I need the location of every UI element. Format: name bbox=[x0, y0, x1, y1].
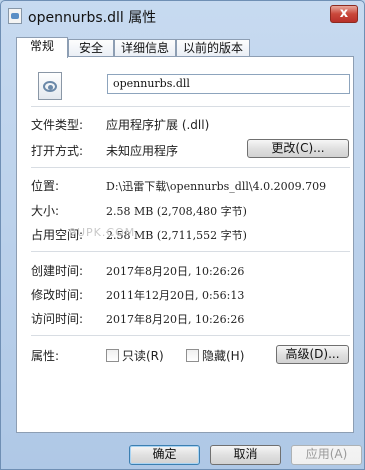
tab-general[interactable]: 常规 bbox=[16, 37, 68, 58]
accessed-value: 2017年8月20日, 10:26:26 bbox=[106, 313, 245, 326]
modified-value: 2011年12月20日, 0:56:13 bbox=[106, 289, 245, 302]
file-type-label: 文件类型: bbox=[31, 118, 84, 132]
tab-security[interactable]: 安全 bbox=[68, 39, 114, 57]
readonly-checkbox[interactable] bbox=[106, 349, 119, 362]
divider bbox=[31, 106, 350, 107]
divider bbox=[31, 167, 350, 168]
opens-with-value: 未知应用程序 bbox=[106, 144, 179, 158]
tab-previous-versions[interactable]: 以前的版本 bbox=[176, 39, 250, 57]
window-title: opennurbs.dll 属性 bbox=[28, 10, 157, 26]
hidden-label[interactable]: 隐藏(H) bbox=[202, 347, 244, 364]
properties-dialog: opennurbs.dll 属性 x 常规 安全 详细信息 以前的版本 open… bbox=[0, 0, 365, 470]
file-type-value: 应用程序扩展 (.dll) bbox=[106, 118, 210, 132]
location-value: D:\迅雷下载\opennurbs_dll\4.0.2009.709 bbox=[106, 180, 327, 193]
dll-file-icon bbox=[8, 8, 22, 24]
advanced-button[interactable]: 高级(D)... bbox=[276, 345, 349, 364]
ok-button[interactable]: 确定 bbox=[129, 445, 200, 465]
created-value: 2017年8月20日, 10:26:26 bbox=[106, 265, 245, 278]
dll-file-icon bbox=[38, 72, 62, 100]
change-button[interactable]: 更改(C)... bbox=[247, 139, 349, 158]
cancel-button[interactable]: 取消 bbox=[210, 445, 281, 465]
hidden-checkbox[interactable] bbox=[186, 349, 199, 362]
divider bbox=[31, 251, 350, 252]
filename-input[interactable]: opennurbs.dll bbox=[107, 74, 350, 94]
readonly-label[interactable]: 只读(R) bbox=[122, 347, 164, 364]
general-panel: opennurbs.dll 文件类型: 应用程序扩展 (.dll) 打开方式: … bbox=[16, 56, 354, 433]
divider bbox=[31, 335, 350, 336]
title-bar[interactable]: opennurbs.dll 属性 x bbox=[1, 1, 364, 31]
attributes-label: 属性: bbox=[31, 349, 60, 363]
modified-label: 修改时间: bbox=[31, 288, 84, 302]
size-value: 2.58 MB (2,708,480 字节) bbox=[106, 205, 247, 218]
tab-details[interactable]: 详细信息 bbox=[114, 39, 176, 57]
opens-with-label: 打开方式: bbox=[31, 144, 84, 158]
size-label: 大小: bbox=[31, 204, 60, 218]
created-label: 创建时间: bbox=[31, 264, 84, 278]
accessed-label: 访问时间: bbox=[31, 312, 84, 326]
watermark: 9UPK.COM bbox=[69, 226, 136, 239]
location-label: 位置: bbox=[31, 179, 60, 193]
apply-button[interactable]: 应用(A) bbox=[291, 445, 362, 465]
close-button[interactable]: x bbox=[330, 5, 358, 23]
